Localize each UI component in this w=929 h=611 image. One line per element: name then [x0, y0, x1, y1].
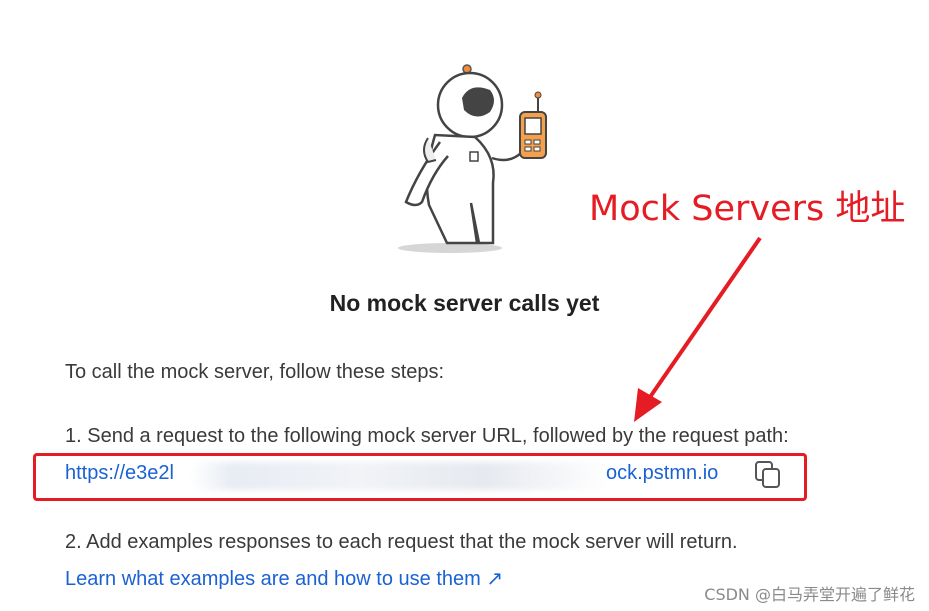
astronaut-illustration — [398, 64, 547, 253]
mock-server-url-end[interactable]: ock.pstmn.io — [606, 462, 718, 485]
copy-icon[interactable] — [754, 460, 782, 490]
redacted-url-region — [190, 462, 610, 490]
instructions-intro: To call the mock server, follow these st… — [65, 361, 445, 383]
annotation-label: Mock Servers 地址 — [589, 189, 906, 229]
mock-server-url[interactable]: https://e3e2l — [65, 462, 174, 485]
step-2-text: 2. Add examples responses to each reques… — [65, 531, 738, 553]
empty-state-title: No mock server calls yet — [329, 290, 600, 316]
annotation-arrow — [634, 236, 762, 422]
learn-examples-link[interactable]: Learn what examples are and how to use t… — [65, 566, 503, 591]
watermark: CSDN @白马弄堂开遍了鲜花 — [704, 585, 915, 604]
mock-server-url-start[interactable]: https://e3e2l — [65, 462, 174, 484]
